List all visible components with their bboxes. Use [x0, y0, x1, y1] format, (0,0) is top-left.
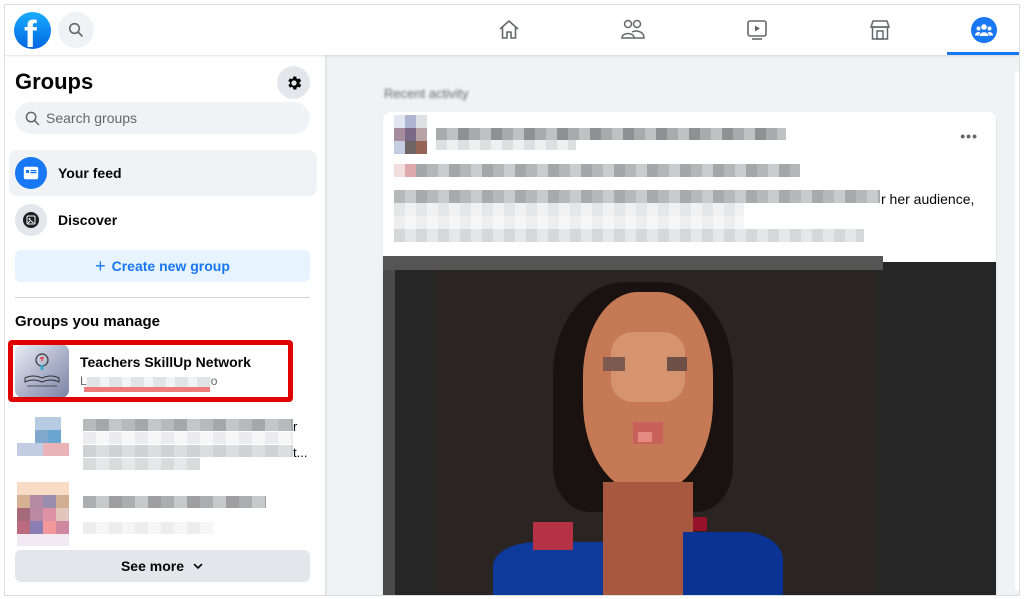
post-card: r her audience, •••	[383, 112, 996, 595]
plus-icon: +	[95, 255, 106, 276]
group-item-3[interactable]	[9, 480, 299, 550]
right-scrollbar[interactable]	[1015, 71, 1019, 591]
post-more-options-button[interactable]: •••	[960, 128, 978, 144]
redacted-post-line	[394, 229, 864, 242]
search-icon	[25, 111, 40, 125]
top-navigation-bar: f	[5, 5, 1019, 55]
image-top-strip	[383, 256, 883, 270]
redacted-author-name	[436, 128, 786, 140]
post-text: r her audience,	[881, 191, 975, 207]
nav-tab-watch[interactable]	[702, 5, 812, 55]
see-more-button[interactable]: See more	[15, 550, 310, 582]
friends-icon	[621, 19, 645, 39]
highlight-annotation	[8, 340, 293, 402]
gear-icon	[287, 75, 301, 90]
groups-sidebar: Groups Your feed Discover + Create new g…	[5, 55, 325, 595]
home-icon	[499, 20, 519, 39]
feed-icon	[15, 157, 47, 189]
nav-tab-friends[interactable]	[578, 5, 688, 55]
image-collar-right	[693, 517, 707, 531]
group-info-redacted	[83, 482, 283, 548]
search-button[interactable]	[58, 12, 94, 48]
facebook-logo-letter: f	[24, 14, 37, 49]
group-info-redacted: r t...	[83, 417, 307, 473]
discover-icon	[15, 204, 47, 236]
recent-activity-label: Recent activity	[384, 86, 469, 101]
section-title-groups-you-manage: Groups you manage	[15, 313, 161, 330]
image-left-strip	[383, 270, 395, 595]
group-item-2[interactable]: r t...	[9, 415, 307, 475]
redacted-post-line	[394, 203, 744, 216]
redacted-post-line	[394, 164, 800, 177]
redacted-post-line	[394, 216, 744, 229]
nav-tab-groups[interactable]	[947, 5, 1019, 55]
nav-tab-marketplace[interactable]	[825, 5, 935, 55]
redacted-post-line	[394, 190, 880, 203]
sidebar-item-label: Your feed	[58, 165, 122, 181]
create-new-group-label: Create new group	[111, 258, 230, 274]
trailing-text: r	[293, 419, 298, 434]
sidebar-item-label: Discover	[58, 212, 118, 228]
search-groups-field[interactable]	[15, 102, 310, 134]
watch-icon	[747, 20, 767, 40]
redacted-post-meta	[436, 140, 576, 150]
image-shirt-right	[683, 532, 783, 595]
recent-activity-heading: Recent activity	[384, 86, 469, 101]
divider	[15, 297, 310, 298]
groups-icon	[971, 17, 997, 43]
image-collar-left	[533, 522, 573, 550]
marketplace-icon	[869, 20, 891, 40]
sidebar-item-discover[interactable]: Discover	[9, 197, 317, 243]
image-eye-right	[667, 357, 687, 371]
redacted-emoji	[394, 164, 416, 177]
search-groups-input[interactable]	[46, 110, 296, 126]
app-window: f Groups Search groups Your feed Discove…	[4, 4, 1020, 596]
author-avatar[interactable]	[394, 115, 436, 155]
search-icon	[68, 22, 83, 37]
sidebar-item-your-feed[interactable]: Your feed	[9, 150, 317, 196]
create-new-group-button[interactable]: + Create new group	[15, 250, 310, 282]
post-image[interactable]	[383, 256, 996, 595]
image-neck	[603, 482, 693, 595]
trailing-text: t...	[293, 445, 308, 460]
group-thumbnail	[17, 482, 73, 548]
facebook-logo[interactable]: f	[14, 12, 51, 49]
image-teeth	[638, 432, 652, 442]
image-eye-left	[603, 357, 625, 371]
nav-tab-home[interactable]	[454, 5, 564, 55]
image-shirt-left	[493, 542, 603, 595]
chevron-down-icon	[193, 563, 203, 570]
see-more-label: See more	[120, 558, 185, 574]
settings-button[interactable]	[277, 66, 310, 99]
group-thumbnail	[17, 417, 73, 473]
page-title: Groups	[15, 69, 94, 94]
